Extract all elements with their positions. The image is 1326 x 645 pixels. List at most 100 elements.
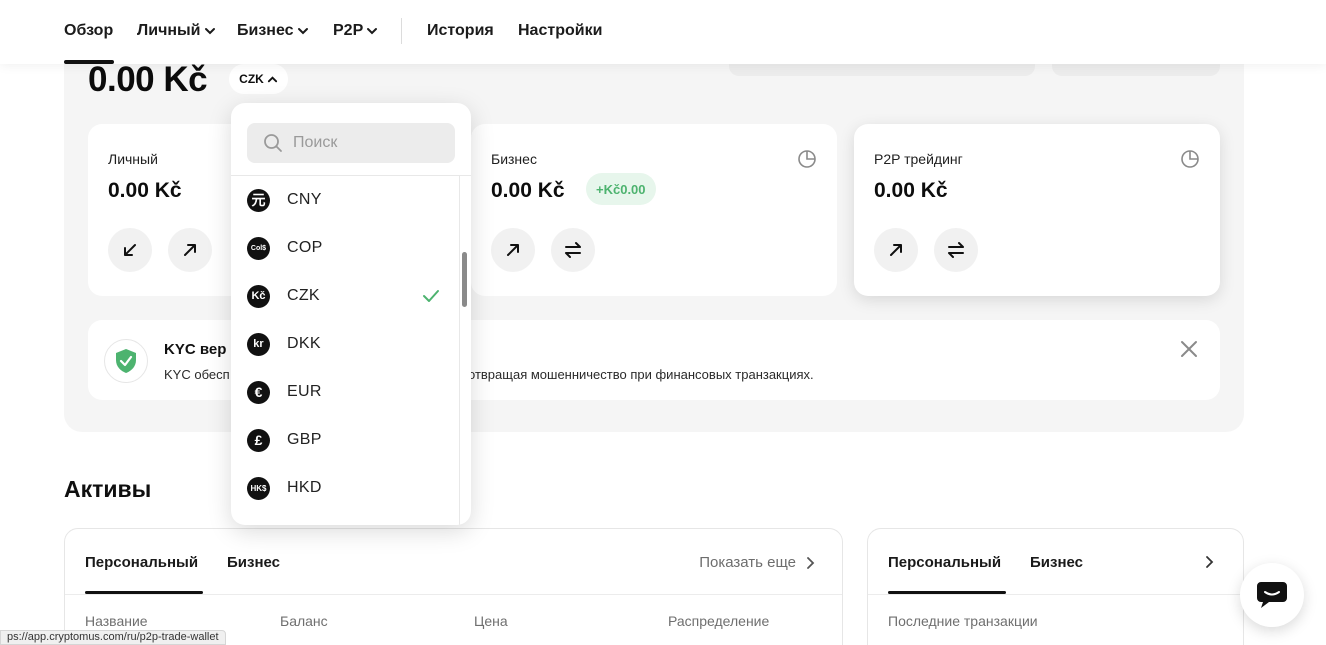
search-icon (264, 134, 282, 152)
nav-settings[interactable]: Настройки (518, 22, 602, 40)
top-navigation: Обзор Личный Бизнес P2P История Настройк… (0, 0, 1326, 64)
partial-element (1052, 64, 1220, 76)
nav-business[interactable]: Бизнес (237, 22, 309, 40)
chevron-down-icon (297, 28, 308, 35)
currency-code: CZK (287, 287, 320, 304)
chevron-right-icon[interactable] (1203, 555, 1215, 569)
tab-business[interactable]: Бизнес (1030, 554, 1083, 571)
scrollbar-thumb[interactable] (462, 252, 467, 307)
total-balance: 0.00 Kč (88, 60, 208, 99)
arrow-down-left-icon (124, 244, 136, 256)
chevron-up-icon (267, 75, 277, 82)
nav-history-label: История (427, 22, 494, 39)
wallet-card-p2p[interactable]: P2P трейдинг 0.00 Kč (854, 124, 1220, 296)
chevron-right-icon (807, 556, 815, 569)
nav-overview-label: Обзор (64, 22, 114, 39)
currency-option-dkk[interactable]: kr DKK (231, 320, 459, 368)
search-input[interactable] (293, 134, 443, 152)
assets-card: Персональный Бизнес Показать еще Названи… (64, 528, 843, 645)
scrollbar-track[interactable] (459, 176, 460, 525)
transactions-card: Персональный Бизнес Последние транзакции (867, 528, 1244, 645)
support-chat-button[interactable] (1240, 563, 1304, 627)
nav-overview[interactable]: Обзор (64, 22, 113, 40)
status-bar-url: ps://app.cryptomus.com/ru/p2p-trade-wall… (0, 630, 226, 645)
arrow-up-right-icon (184, 244, 196, 256)
wallet-card-business: Бизнес 0.00 Kč +Kč0.00 (471, 124, 837, 296)
kyc-description: KYC обесп (164, 367, 230, 382)
transfer-button[interactable] (934, 228, 978, 272)
wallet-balance: 0.00 Kč (874, 179, 948, 202)
withdraw-button[interactable] (168, 228, 212, 272)
wallet-balance: 0.00 Kč (108, 179, 182, 202)
tab-personal[interactable]: Персональный (85, 554, 198, 571)
nav-personal-label: Личный (137, 22, 201, 39)
kyc-title: KYC вер (164, 341, 227, 358)
nav-divider (401, 18, 402, 44)
chevron-down-icon (367, 28, 378, 35)
arrow-up-right-icon (507, 244, 519, 256)
shield-check-icon (116, 349, 136, 373)
transfer-button[interactable] (551, 228, 595, 272)
chat-bubble-icon (1257, 582, 1287, 608)
currency-code: HKD (287, 479, 322, 496)
currency-symbol-icon: HK$ (247, 476, 270, 500)
divider (65, 594, 842, 595)
currency-symbol-icon: Kč (247, 284, 270, 308)
column-header-price: Цена (474, 613, 508, 629)
currency-symbol-icon: £ (247, 428, 270, 452)
currency-option-cny[interactable]: 元 CNY (231, 176, 459, 224)
currency-code: EUR (287, 383, 322, 400)
currency-option-eur[interactable]: € EUR (231, 368, 459, 416)
show-more-link[interactable]: Показать еще (699, 554, 816, 571)
arrow-up-right-icon (890, 244, 902, 256)
nav-business-label: Бизнес (237, 22, 294, 39)
currency-code: COP (287, 239, 323, 256)
pie-chart-icon[interactable] (797, 149, 817, 169)
partial-element (729, 64, 1035, 76)
column-header-name: Название (85, 613, 148, 629)
chevron-down-icon (204, 28, 215, 35)
currency-option-cop[interactable]: Col$ COP (231, 224, 459, 272)
swap-arrows-icon (948, 242, 964, 258)
wallet-title: P2P трейдинг (874, 151, 963, 167)
nav-p2p-label: P2P (333, 22, 364, 39)
currency-code: GBP (287, 431, 322, 448)
column-header-balance: Баланс (280, 613, 328, 629)
deposit-button[interactable] (108, 228, 152, 272)
currency-option-czk[interactable]: Kč CZK (231, 272, 459, 320)
currency-selector-label: CZK (239, 72, 264, 86)
column-header-recent-transactions: Последние транзакции (888, 613, 1038, 629)
currency-option-gbp[interactable]: £ GBP (231, 416, 459, 464)
currency-option-partial[interactable] (231, 512, 459, 525)
close-icon[interactable] (1178, 338, 1200, 360)
pie-chart-icon[interactable] (1180, 149, 1200, 169)
currency-code: DKK (287, 335, 321, 352)
wallet-title: Личный (108, 151, 158, 167)
kyc-description-continued: отвращая мошенничество при финансовых тр… (468, 367, 814, 382)
nav-history[interactable]: История (427, 22, 494, 40)
currency-symbol-icon (247, 524, 270, 525)
currency-list: 元 CNY Col$ COP Kč CZK kr DKK € EUR £ GBP… (231, 176, 459, 525)
currency-symbol-icon: Col$ (247, 236, 270, 260)
withdraw-button[interactable] (491, 228, 535, 272)
search-box (247, 123, 455, 163)
nav-settings-label: Настройки (518, 22, 603, 39)
show-more-label: Показать еще (699, 554, 796, 571)
currency-symbol-icon: 元 (247, 188, 270, 212)
withdraw-button[interactable] (874, 228, 918, 272)
nav-p2p[interactable]: P2P (333, 22, 378, 40)
checkmark-icon (423, 290, 439, 302)
currency-option-hkd[interactable]: HK$ HKD (231, 464, 459, 512)
tab-business[interactable]: Бизнес (227, 554, 280, 571)
nav-active-indicator (64, 60, 114, 64)
currency-selector-button[interactable]: CZK (229, 64, 288, 94)
currency-dropdown: 元 CNY Col$ COP Kč CZK kr DKK € EUR £ GBP… (231, 103, 471, 525)
wallet-title: Бизнес (491, 151, 537, 167)
tab-personal[interactable]: Персональный (888, 554, 1001, 571)
currency-symbol-icon: € (247, 380, 270, 404)
change-badge: +Kč0.00 (586, 173, 656, 205)
divider (868, 594, 1243, 595)
currency-symbol-icon: kr (247, 332, 270, 356)
kyc-badge (104, 339, 148, 383)
nav-personal[interactable]: Личный (137, 22, 216, 40)
